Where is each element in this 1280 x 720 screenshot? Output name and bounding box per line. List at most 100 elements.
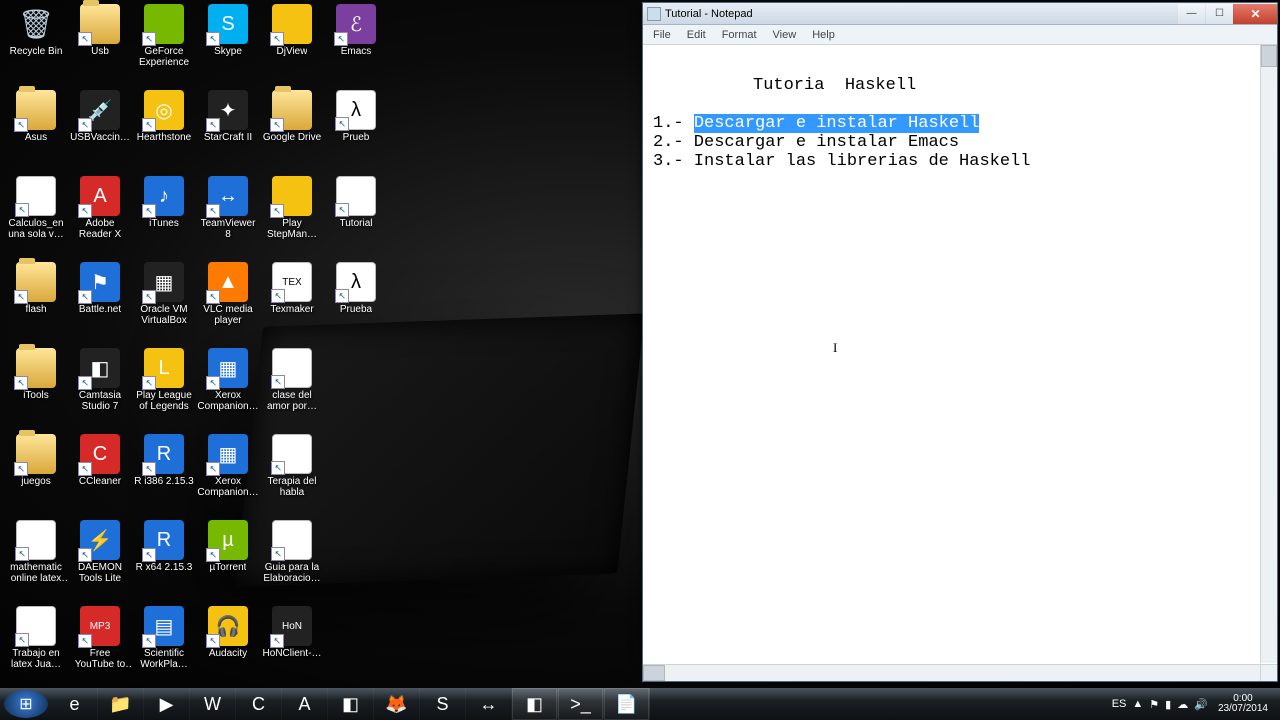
- app-icon: 🎧: [208, 606, 248, 646]
- taskbar-item-pptview[interactable]: ◧: [328, 688, 374, 720]
- notepad-menubar[interactable]: FileEditFormatViewHelp: [643, 25, 1277, 45]
- taskbar-item-teamviewer[interactable]: ↔: [466, 688, 512, 720]
- notepad-titlebar[interactable]: Tutorial - Notepad — ☐ ✕: [643, 3, 1277, 25]
- desktop-icon-battle-net[interactable]: ⚑Battle.net: [68, 262, 132, 334]
- desktop-icon-audacity[interactable]: 🎧 Audacity: [196, 606, 260, 678]
- desktop-icon-label: StarCraft II: [204, 132, 252, 143]
- desktop-icon-label: R x64 2.15.3: [136, 562, 193, 573]
- taskbar-item-chrome[interactable]: C: [236, 688, 282, 720]
- desktop-icon-mathematic-online-latex-[interactable]: mathematic online latex …: [4, 520, 68, 592]
- desktop-icon-vlc-media-player[interactable]: ▲VLC media player: [196, 262, 260, 334]
- taskbar-item-cmd[interactable]: >_: [558, 688, 604, 720]
- taskbar-item-camtasia[interactable]: ◧: [512, 688, 558, 720]
- menu-file[interactable]: File: [647, 27, 677, 43]
- desktop-icon-label: Prueb: [343, 132, 370, 143]
- desktop-icon-camtasia-studio-7[interactable]: ◧Camtasia Studio 7: [68, 348, 132, 420]
- notepad-textarea[interactable]: Tutoria Haskell 1.- Descargar e instalar…: [643, 45, 1277, 681]
- desktop-icon-label: iTunes: [149, 218, 179, 229]
- desktop-icon-recycle-bin[interactable]: 🗑Recycle Bin: [4, 4, 68, 76]
- desktop-icon-terapia-del-habla[interactable]: Terapia del habla: [260, 434, 324, 506]
- desktop-icon-djview[interactable]: DjView: [260, 4, 324, 76]
- desktop-icon-label: Texmaker: [270, 304, 313, 315]
- desktop-icon-teamviewer-8[interactable]: ↔TeamViewer 8: [196, 176, 260, 248]
- start-button[interactable]: ⊞: [4, 690, 48, 718]
- desktop-icon-texmaker[interactable]: TEXTexmaker: [260, 262, 324, 334]
- desktop-icon-label: Prueba: [340, 304, 372, 315]
- taskbar-item-notepad[interactable]: 📄: [604, 688, 650, 720]
- taskbar-item-adobe[interactable]: A: [282, 688, 328, 720]
- maximize-button[interactable]: ☐: [1205, 4, 1233, 24]
- desktop-icon-flash[interactable]: flash: [4, 262, 68, 334]
- tray-language[interactable]: ES: [1112, 698, 1127, 710]
- taskbar-item-explorer[interactable]: 📁: [98, 688, 144, 720]
- desktop-icon--torrent[interactable]: µµTorrent: [196, 520, 260, 592]
- tray-volume-icon[interactable]: 🔊: [1194, 698, 1208, 711]
- desktop-icon-label: Terapia del habla: [261, 476, 323, 498]
- desktop-icon-starcraft-ii[interactable]: ✦StarCraft II: [196, 90, 260, 162]
- desktop-icon-ccleaner[interactable]: CCCleaner: [68, 434, 132, 506]
- desktop-icon-label: Battle.net: [79, 304, 121, 315]
- desktop-icon-label: Calculos_en una sola v…: [5, 218, 67, 240]
- taskbar[interactable]: ⊞ e📁▶WCA◧🦊S↔◧>_📄 ES ▲ ⚑ ▮ ☁ 🔊 0:00 23/07…: [0, 688, 1280, 720]
- desktop-icon-xerox-companion-[interactable]: ▦Xerox Companion…: [196, 434, 260, 506]
- desktop-icon-label: VLC media player: [197, 304, 259, 326]
- desktop-icon-scientific-workpla-[interactable]: ▤Scientific WorkPla…: [132, 606, 196, 678]
- minimize-button[interactable]: —: [1177, 4, 1205, 24]
- desktop-icon-usbvaccin-[interactable]: 💉USBVaccin…: [68, 90, 132, 162]
- desktop-icon-emacs[interactable]: ℰEmacs: [324, 4, 388, 76]
- desktop-icon-label: Xerox Companion…: [197, 390, 259, 412]
- desktop-icon-label: Tutorial: [340, 218, 373, 229]
- desktop-icon-juegos[interactable]: juegos: [4, 434, 68, 506]
- taskbar-item-wmp[interactable]: ▶: [144, 688, 190, 720]
- desktop-icon-prueba[interactable]: λPrueba: [324, 262, 388, 334]
- desktop-icon-itools[interactable]: iTools: [4, 348, 68, 420]
- desktop-icon-tutorial[interactable]: Tutorial: [324, 176, 388, 248]
- tray-clock[interactable]: 0:00 23/07/2014: [1214, 694, 1272, 714]
- scrollbar-horizontal[interactable]: [643, 664, 1260, 681]
- desktop-icon-asus[interactable]: Asus: [4, 90, 68, 162]
- desktop-icon-daemon-tools-lite[interactable]: ⚡DAEMON Tools Lite: [68, 520, 132, 592]
- desktop-icon-free-youtube-to-mp3-con-[interactable]: MP3Free YouTube to MP3 Con…: [68, 606, 132, 678]
- desktop-icon-calculos-en-una-sola-v-[interactable]: Calculos_en una sola v…: [4, 176, 68, 248]
- app-icon: ▦: [208, 348, 248, 388]
- desktop-icon-skype[interactable]: SSkype: [196, 4, 260, 76]
- desktop-icon-clase-del-amor-por-[interactable]: clase del amor por…: [260, 348, 324, 420]
- taskbar-item-word[interactable]: W: [190, 688, 236, 720]
- close-button[interactable]: ✕: [1233, 4, 1277, 24]
- tray-cloud-icon[interactable]: ☁: [1177, 698, 1188, 711]
- desktop-icon-xerox-companion-[interactable]: ▦Xerox Companion…: [196, 348, 260, 420]
- desktop-icon-label: clase del amor por…: [261, 390, 323, 412]
- desktop-icon-hearthstone[interactable]: ◎Hearthstone: [132, 90, 196, 162]
- desktop-icon-play-league-of-legends[interactable]: LPlay League of Legends: [132, 348, 196, 420]
- desktop-icon-play-stepman-[interactable]: Play StepMan…: [260, 176, 324, 248]
- taskbar-item-firefox[interactable]: 🦊: [374, 688, 420, 720]
- desktop-icon-guia-para-la-elaboracio-[interactable]: Guia para la Elaboracio…: [260, 520, 324, 592]
- system-tray[interactable]: ES ▲ ⚑ ▮ ☁ 🔊 0:00 23/07/2014: [1104, 688, 1280, 720]
- desktop-icon-r-i386-2-15-3[interactable]: RR i386 2.15.3: [132, 434, 196, 506]
- desktop-icon-adobe-reader-x[interactable]: AAdobe Reader X: [68, 176, 132, 248]
- desktop-icon-usb[interactable]: Usb: [68, 4, 132, 76]
- desktop-icon-label: Audacity: [209, 648, 247, 659]
- desktop-icon-label: Usb: [91, 46, 109, 57]
- desktop[interactable]: 🗑Recycle Bin Usb GeForce ExperienceSSkypeD…: [0, 0, 1280, 720]
- tray-battery-icon[interactable]: ▮: [1165, 698, 1171, 711]
- notepad-window[interactable]: Tutorial - Notepad — ☐ ✕ FileEditFormatV…: [642, 2, 1278, 682]
- tray-chevron-icon[interactable]: ▲: [1132, 698, 1143, 710]
- desktop-icon-geforce-experience[interactable]: GeForce Experience: [132, 4, 196, 76]
- desktop-icon-honclient-[interactable]: HoNHoNClient-…: [260, 606, 324, 678]
- desktop-icon-trabajo-en-latex-jua-[interactable]: Trabajo en latex Jua…: [4, 606, 68, 678]
- desktop-icon-itunes[interactable]: ♪iTunes: [132, 176, 196, 248]
- taskbar-item-ie[interactable]: e: [52, 688, 98, 720]
- menu-view[interactable]: View: [767, 27, 803, 43]
- menu-help[interactable]: Help: [806, 27, 841, 43]
- scrollbar-vertical[interactable]: [1260, 45, 1277, 663]
- desktop-icon-r-x64-2-15-3[interactable]: RR x64 2.15.3: [132, 520, 196, 592]
- desktop-icon-prueb[interactable]: λPrueb: [324, 90, 388, 162]
- desktop-icon-oracle-vm-virtualbox[interactable]: ▦Oracle VM VirtualBox: [132, 262, 196, 334]
- folder-icon: [16, 434, 56, 474]
- menu-edit[interactable]: Edit: [681, 27, 712, 43]
- taskbar-item-skype[interactable]: S: [420, 688, 466, 720]
- tray-action-center-icon[interactable]: ⚑: [1149, 698, 1159, 711]
- menu-format[interactable]: Format: [716, 27, 763, 43]
- desktop-icon-google-drive[interactable]: Google Drive: [260, 90, 324, 162]
